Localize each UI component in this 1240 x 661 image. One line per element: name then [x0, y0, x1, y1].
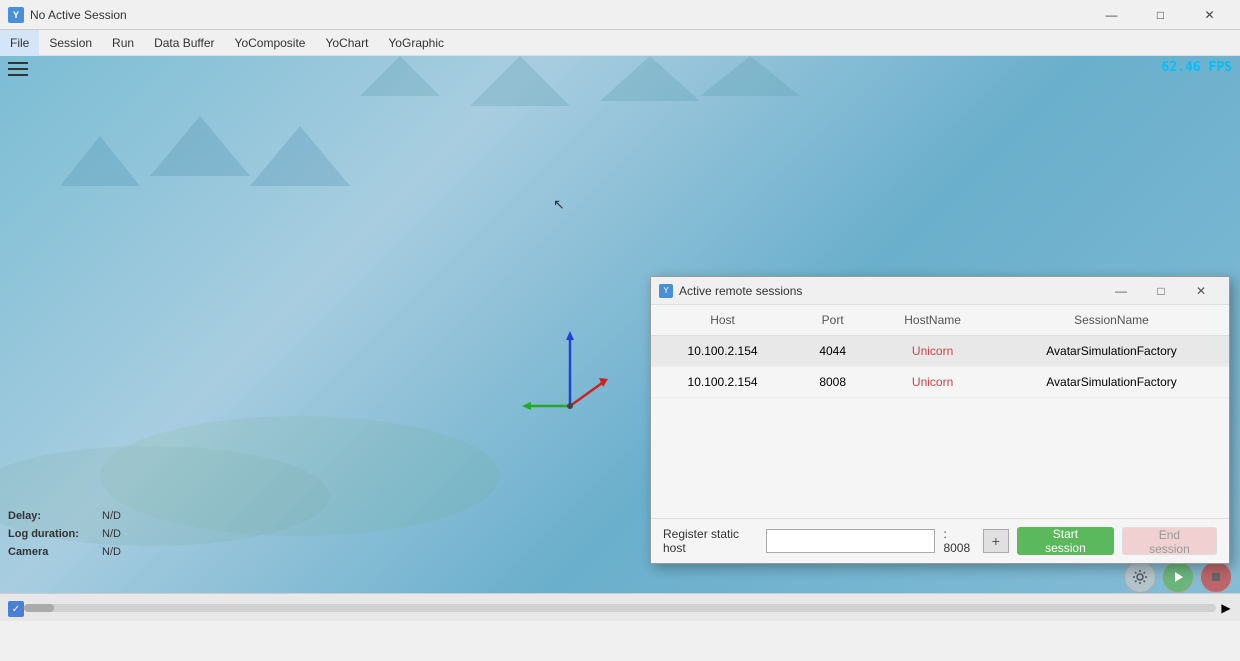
bottom-controls	[1124, 561, 1232, 593]
col-sessionname: SessionName	[994, 305, 1229, 336]
modal-title-bar: Y Active remote sessions — □ ✕	[651, 277, 1229, 305]
minimize-button[interactable]: —	[1089, 0, 1134, 30]
menu-session[interactable]: Session	[39, 30, 102, 56]
checkbox-area[interactable]: ✓	[8, 601, 24, 617]
menu-yocomposite[interactable]: YoComposite	[225, 30, 316, 56]
table-row[interactable]: 10.100.2.154 8008 Unicorn AvatarSimulati…	[651, 367, 1229, 398]
scroll-thumb[interactable]	[24, 604, 54, 612]
start-session-button[interactable]: Start session	[1017, 527, 1114, 555]
modal-maximize-btn[interactable]: □	[1141, 277, 1181, 305]
gear-icon	[1132, 569, 1148, 585]
row1-hostname: Unicorn	[871, 336, 994, 367]
col-port: Port	[794, 305, 871, 336]
close-button[interactable]: ✕	[1187, 0, 1232, 30]
end-session-button[interactable]: End session	[1122, 527, 1217, 555]
table-row[interactable]: 10.100.2.154 4044 Unicorn AvatarSimulati…	[651, 336, 1229, 367]
menu-run[interactable]: Run	[102, 30, 144, 56]
log-value: N/D	[102, 525, 121, 543]
modal-title: Active remote sessions	[679, 284, 1101, 298]
camera-label: Camera	[8, 543, 98, 561]
row1-session: AvatarSimulationFactory	[994, 336, 1229, 367]
play-button[interactable]	[1162, 561, 1194, 593]
3d-axes	[520, 326, 640, 446]
row1-host: 10.100.2.154	[651, 336, 794, 367]
menu-yochart[interactable]: YoChart	[315, 30, 378, 56]
window-controls: — □ ✕	[1089, 0, 1232, 30]
settings-button[interactable]	[1124, 561, 1156, 593]
table-empty-space	[651, 398, 1229, 518]
fps-counter: 62.46 FPS	[1162, 60, 1232, 75]
app-title: No Active Session	[30, 8, 1089, 22]
menu-data-buffer[interactable]: Data Buffer	[144, 30, 224, 56]
play-icon	[1171, 570, 1185, 584]
delay-value: N/D	[102, 507, 121, 525]
checkbox[interactable]: ✓	[8, 601, 24, 617]
modal-dialog: Y Active remote sessions — □ ✕ Host Port…	[650, 276, 1230, 564]
stop-icon	[1209, 570, 1223, 584]
register-label: Register static host	[663, 527, 758, 555]
hamburger-line-3	[8, 74, 28, 76]
camera-value: N/D	[102, 543, 121, 561]
status-bar: Delay: N/D Log duration: N/D Camera N/D	[8, 507, 121, 561]
log-label: Log duration:	[8, 525, 98, 543]
camera-status: Camera N/D	[8, 543, 121, 561]
maximize-button[interactable]: □	[1138, 0, 1183, 30]
sessions-table: Host Port HostName SessionName 10.100.2.…	[651, 305, 1229, 398]
row2-port: 8008	[794, 367, 871, 398]
hamburger-line-2	[8, 68, 28, 70]
host-input[interactable]	[766, 529, 935, 553]
col-host: Host	[651, 305, 794, 336]
menu-yographic[interactable]: YoGraphic	[378, 30, 454, 56]
row2-hostname: Unicorn	[871, 367, 994, 398]
log-status: Log duration: N/D	[8, 525, 121, 543]
title-bar: Y No Active Session — □ ✕	[0, 0, 1240, 30]
delay-status: Delay: N/D	[8, 507, 121, 525]
modal-window-controls: — □ ✕	[1101, 277, 1221, 305]
app-icon: Y	[8, 7, 24, 23]
modal-minimize-btn[interactable]: —	[1101, 277, 1141, 305]
hamburger-menu[interactable]	[8, 62, 28, 76]
scroll-track[interactable]	[24, 604, 1216, 612]
port-separator: : 8008	[943, 527, 974, 555]
modal-close-btn[interactable]: ✕	[1181, 277, 1221, 305]
modal-icon: Y	[659, 284, 673, 298]
stop-button[interactable]	[1200, 561, 1232, 593]
scroll-area[interactable]: ◀ ▶	[0, 593, 1240, 621]
modal-footer: Register static host : 8008 + Start sess…	[651, 518, 1229, 563]
row2-session: AvatarSimulationFactory	[994, 367, 1229, 398]
main-viewport: 62.46 FPS ↖ Delay: N/D Log duration: N/D…	[0, 56, 1240, 621]
col-hostname: HostName	[871, 305, 994, 336]
row1-port: 4044	[794, 336, 871, 367]
menu-bar: File Session Run Data Buffer YoComposite…	[0, 30, 1240, 56]
add-host-btn[interactable]: +	[983, 529, 1009, 553]
row2-host: 10.100.2.154	[651, 367, 794, 398]
menu-file[interactable]: File	[0, 30, 39, 56]
hamburger-line-1	[8, 62, 28, 64]
scroll-right-btn[interactable]: ▶	[1216, 598, 1236, 618]
delay-label: Delay:	[8, 507, 98, 525]
